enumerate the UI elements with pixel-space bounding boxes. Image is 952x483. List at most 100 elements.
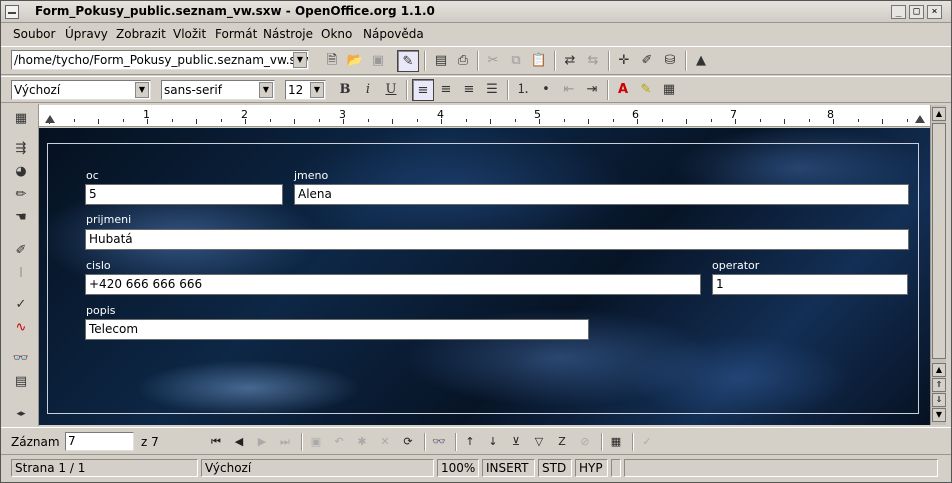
menu-zobrazit[interactable]: Zobrazit	[116, 27, 166, 41]
justify-icon[interactable]: ☰	[481, 79, 503, 101]
bullets-icon[interactable]: •	[535, 79, 557, 101]
spellcheck-icon[interactable]: ✓	[10, 294, 32, 316]
menu-vlozit[interactable]: Vložit	[173, 27, 206, 41]
next-record-icon[interactable]: ▶	[252, 431, 272, 453]
draw-functions-icon[interactable]: ✏	[10, 184, 32, 206]
copy-icon[interactable]: ⧉	[505, 50, 527, 72]
last-record-icon[interactable]: ⏭	[275, 431, 295, 453]
find-replace-icon[interactable]: 👓	[10, 348, 32, 370]
save-icon[interactable]: ▣	[367, 50, 389, 72]
status-page-style[interactable]: Výchozí	[201, 459, 434, 477]
sort-descending-icon[interactable]: ↓	[483, 431, 503, 453]
cislo-field[interactable]: +420 666 666 666	[85, 274, 701, 295]
record-number-input[interactable]: 7	[65, 432, 134, 451]
chevron-down-icon[interactable]: ▼	[135, 82, 149, 98]
background-color-icon[interactable]: ▦	[658, 79, 680, 101]
font-color-icon[interactable]: A	[612, 79, 634, 101]
find-record-icon[interactable]: 👓	[429, 431, 449, 453]
autofilter-icon[interactable]: ⊻	[506, 431, 526, 453]
menu-nastroje[interactable]: Nástroje	[263, 27, 313, 41]
insert-fields-icon[interactable]: ⇶	[10, 138, 32, 160]
save-record-icon[interactable]: ▣	[306, 431, 326, 453]
toolbar-expand-icon[interactable]: ◂▸	[10, 403, 32, 425]
scroll-up-icon[interactable]: ▲	[932, 107, 946, 121]
increase-indent-icon[interactable]: ⇥	[581, 79, 603, 101]
popis-field[interactable]: Telecom	[85, 319, 589, 340]
data-to-text-icon[interactable]: ▦	[606, 431, 626, 453]
bold-button[interactable]: B	[334, 79, 356, 101]
text-autocomplete-icon[interactable]: ✐	[10, 240, 32, 262]
paste-icon[interactable]: 📋	[528, 50, 550, 72]
insert-object-icon[interactable]: ◕	[10, 161, 32, 183]
numbering-icon[interactable]: ⒈	[512, 79, 534, 101]
new-document-icon[interactable]: 🗎	[321, 50, 343, 72]
autospellcheck-icon[interactable]: ∿	[10, 317, 32, 339]
paragraph-style-select[interactable]: Výchozí ▼	[11, 80, 151, 100]
delete-record-icon[interactable]: ✕	[375, 431, 395, 453]
font-name-select[interactable]: sans-serif ▼	[161, 80, 275, 100]
menu-upravy[interactable]: Úpravy	[65, 27, 108, 41]
align-center-icon[interactable]: ≡	[435, 79, 457, 101]
status-insert-mode[interactable]: INSERT	[482, 459, 535, 477]
scroll-up-icon[interactable]: ▲	[932, 363, 946, 377]
left-indent-marker[interactable]	[45, 115, 55, 123]
vertical-scrollbar[interactable]: ▲ ▲ ⇑ ⇓ ▼	[930, 105, 946, 425]
print-icon[interactable]: ⎙	[452, 50, 474, 72]
highlight-icon[interactable]: ✎	[635, 79, 657, 101]
menu-napoveda[interactable]: Nápověda	[363, 27, 424, 41]
chevron-down-icon[interactable]: ▼	[310, 82, 324, 98]
gallery-icon[interactable]: ▲	[690, 50, 712, 72]
scrollbar-thumb[interactable]	[932, 123, 946, 359]
status-selection-mode[interactable]: STD	[538, 459, 572, 477]
data-sources-icon[interactable]: ⛁	[659, 50, 681, 72]
italic-button[interactable]: i	[357, 79, 379, 101]
jmeno-field[interactable]: Alena	[294, 184, 909, 205]
decrease-indent-icon[interactable]: ⇤	[558, 79, 580, 101]
status-hyperlink-mode[interactable]: HYP	[575, 459, 608, 477]
export-pdf-icon[interactable]: ▤	[430, 50, 452, 72]
menu-okno[interactable]: Okno	[321, 27, 352, 41]
status-zoom[interactable]: 100%	[437, 459, 479, 477]
close-icon[interactable]: ×	[927, 5, 942, 19]
redo-icon[interactable]: ⇆	[582, 50, 604, 72]
url-field[interactable]: /home/tycho/Form_Pokusy_public.seznam_vw…	[11, 50, 309, 70]
oc-field[interactable]: 5	[85, 184, 283, 205]
filter-icon[interactable]: ▽	[529, 431, 549, 453]
next-page-icon[interactable]: ⇓	[932, 393, 946, 407]
chevron-down-icon[interactable]: ▼	[293, 52, 307, 68]
form-controls-icon[interactable]: ☚	[10, 207, 32, 229]
scroll-down-icon[interactable]: ▼	[932, 408, 946, 422]
prijmeni-field[interactable]: Hubatá	[85, 229, 909, 250]
remove-filter-icon[interactable]: ⊘	[575, 431, 595, 453]
chevron-down-icon[interactable]: ▼	[259, 82, 273, 98]
right-indent-marker[interactable]	[915, 115, 925, 123]
minimize-icon[interactable]: _	[891, 5, 906, 19]
undo-record-icon[interactable]: ↶	[329, 431, 349, 453]
align-right-icon[interactable]: ≡	[458, 79, 480, 101]
sort-icon[interactable]: Z	[552, 431, 572, 453]
cut-icon[interactable]: ✂	[482, 50, 504, 72]
datasources-toggle-icon[interactable]: ▤	[10, 371, 32, 393]
menu-format[interactable]: Formát	[215, 27, 257, 41]
new-record-icon[interactable]: ✱	[352, 431, 372, 453]
text-cursor-icon[interactable]: I	[10, 263, 32, 285]
stylist-icon[interactable]: ✐	[636, 50, 658, 72]
underline-button[interactable]: U	[380, 79, 402, 101]
font-size-select[interactable]: 12 ▼	[285, 80, 326, 100]
sort-ascending-icon[interactable]: ↑	[460, 431, 480, 453]
maximize-icon[interactable]: □	[909, 5, 924, 19]
window-menu-icon[interactable]	[5, 5, 19, 19]
menu-soubor[interactable]: Soubor	[13, 27, 55, 41]
form-design-icon[interactable]: ✓	[637, 431, 657, 453]
open-folder-icon[interactable]: 📂	[344, 50, 366, 72]
undo-icon[interactable]: ⇄	[559, 50, 581, 72]
horizontal-ruler[interactable]: 1 2 3 4 5 6 7 8	[39, 105, 932, 127]
edit-file-icon[interactable]: ✎	[397, 50, 419, 72]
operator-field[interactable]: 1	[712, 274, 908, 295]
align-left-icon[interactable]: ≡	[412, 79, 434, 101]
insert-table-icon[interactable]: ▦	[10, 108, 32, 130]
refresh-icon[interactable]: ⟳	[398, 431, 418, 453]
previous-record-icon[interactable]: ◀	[229, 431, 249, 453]
navigator-icon[interactable]: ✛	[613, 50, 635, 72]
first-record-icon[interactable]: ⏮	[206, 431, 226, 453]
